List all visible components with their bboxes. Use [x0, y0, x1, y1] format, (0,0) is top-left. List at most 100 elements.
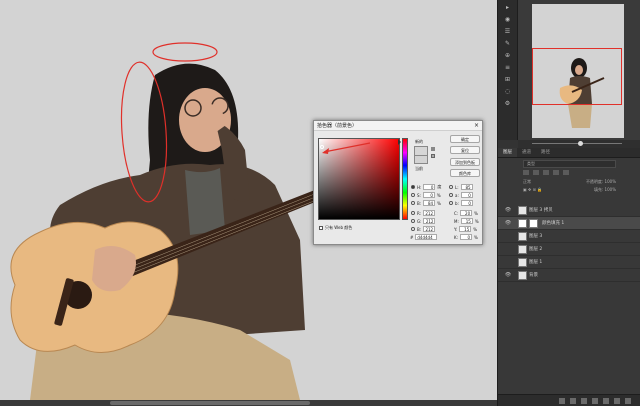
field-r[interactable]: R: 212 — [411, 210, 436, 216]
layer-name: 图层 1 — [529, 260, 543, 265]
layer-row[interactable]: 👁 颜色填充 1 — [498, 217, 640, 230]
tab-paths[interactable]: 路径 — [536, 148, 555, 157]
radio-h[interactable] — [411, 185, 415, 189]
opacity-field[interactable]: 不透明度: 100% — [586, 179, 616, 185]
radio-lab-b[interactable] — [449, 201, 453, 205]
smart-filter-icon[interactable] — [563, 170, 569, 175]
field-k[interactable]: K: 0 % — [454, 234, 478, 240]
web-safe-cube-icon[interactable] — [431, 154, 435, 158]
field-blue[interactable]: B: 212 — [411, 226, 436, 232]
input-b[interactable]: 84 — [423, 200, 436, 206]
adjustment-icon[interactable] — [592, 398, 598, 404]
tab-layers[interactable]: 图层 — [498, 148, 517, 157]
layer-row[interactable]: 👁 背景 — [498, 269, 640, 282]
tab-channels[interactable]: 通道 — [517, 148, 536, 157]
hex-input[interactable]: d4d4d4 — [415, 234, 438, 240]
lock-icons[interactable]: ▣ ✥ ⊞ 🔒 — [523, 187, 542, 193]
panel-tool-icon[interactable]: ☰ — [502, 28, 514, 36]
hue-slider-arrow[interactable] — [398, 139, 401, 145]
hex-field[interactable]: # d4d4d4 — [410, 234, 438, 240]
navigator-view-frame[interactable] — [532, 48, 622, 105]
input-g[interactable]: 212 — [423, 218, 436, 224]
radio-r[interactable] — [411, 211, 415, 215]
field-s[interactable]: S: 0 % — [411, 192, 441, 198]
hue-slider[interactable] — [402, 138, 408, 220]
fill-field[interactable]: 填充: 100% — [594, 187, 616, 193]
input-h[interactable]: 0 — [423, 184, 436, 190]
color-picker-titlebar[interactable]: 拾色器（前景色） × — [314, 121, 482, 131]
eye-icon[interactable]: 👁 — [498, 272, 518, 278]
panel-tool-icon[interactable]: ✎ — [502, 40, 514, 48]
trash-icon[interactable] — [625, 398, 631, 404]
input-blue[interactable]: 212 — [423, 226, 436, 232]
shape-filter-icon[interactable] — [553, 170, 559, 175]
scrollbar-thumb[interactable] — [110, 401, 310, 405]
input-lab-b[interactable]: 0 — [460, 200, 473, 206]
panel-tool-icon[interactable]: ▸ — [502, 4, 514, 12]
fx-icon[interactable] — [570, 398, 576, 404]
field-l[interactable]: L: 85 — [449, 184, 473, 190]
layer-row[interactable]: 👁 图层 3 拷贝 — [498, 204, 640, 217]
layer-mask-thumbnail[interactable] — [529, 218, 538, 228]
field-b[interactable]: B: 84 % — [411, 200, 441, 206]
eye-icon[interactable]: 👁 — [498, 207, 518, 213]
input-l[interactable]: 85 — [460, 184, 473, 190]
mask-icon[interactable] — [581, 398, 587, 404]
radio-b[interactable] — [411, 201, 415, 205]
field-g[interactable]: G: 212 — [411, 218, 436, 224]
field-y[interactable]: Y: 15 % — [454, 226, 477, 232]
web-colors-only-checkbox[interactable]: 只有 Web 颜色 — [319, 225, 352, 231]
radio-g[interactable] — [411, 219, 415, 223]
panel-tool-icon[interactable]: ⊞ — [502, 76, 514, 84]
panel-tool-icon[interactable]: ⚙ — [502, 100, 514, 108]
panel-tool-icon[interactable]: ◉ — [502, 16, 514, 24]
panel-tool-icon[interactable]: ⊕ — [502, 52, 514, 60]
radio-s[interactable] — [411, 193, 415, 197]
type-filter-icon[interactable] — [543, 170, 549, 175]
input-m[interactable]: 15 — [460, 218, 473, 224]
folder-icon[interactable] — [603, 398, 609, 404]
navigator-zoom-slider[interactable] — [518, 140, 640, 148]
current-color-swatch[interactable] — [414, 155, 428, 164]
eye-icon[interactable]: 👁 — [498, 220, 518, 226]
blend-mode-select[interactable]: 正常 — [523, 179, 531, 185]
layer-row[interactable]: 图层 2 — [498, 243, 640, 256]
close-icon[interactable]: × — [474, 121, 479, 131]
checkbox-box[interactable] — [319, 226, 323, 230]
color-libraries-button[interactable]: 颜色库 — [450, 169, 480, 177]
radio-a[interactable] — [449, 193, 453, 197]
field-c[interactable]: C: 20 % — [454, 210, 478, 216]
color-picker-dialog: 拾色器（前景色） × 新的 当前 确定 复位 添加到色板 颜色库 H: 0 度 … — [313, 120, 483, 245]
field-a[interactable]: a: 0 — [449, 192, 473, 198]
link-icon[interactable] — [559, 398, 565, 404]
layer-row[interactable]: 图层 1 — [498, 256, 640, 269]
navigator-thumbnail[interactable] — [532, 4, 624, 138]
input-k[interactable]: 0 — [459, 234, 472, 240]
input-a[interactable]: 0 — [460, 192, 473, 198]
field-lab-b[interactable]: b: 0 — [449, 200, 473, 206]
zoom-knob[interactable] — [578, 141, 583, 146]
add-to-swatches-button[interactable]: 添加到色板 — [450, 158, 480, 166]
input-r[interactable]: 212 — [423, 210, 436, 216]
layer-thumbnail — [518, 205, 527, 215]
adjustment-filter-icon[interactable] — [533, 170, 539, 175]
panel-icon-strip: ▸ ◉ ☰ ✎ ⊕ ≡ ⊞ ◌ ⚙ — [498, 0, 518, 140]
ok-button[interactable]: 确定 — [450, 135, 480, 143]
input-y[interactable]: 15 — [459, 226, 472, 232]
reset-button[interactable]: 复位 — [450, 146, 480, 154]
radio-l[interactable] — [449, 185, 453, 189]
input-c[interactable]: 20 — [460, 210, 473, 216]
field-m[interactable]: M: 15 % — [454, 218, 479, 224]
layer-filter-select[interactable]: 类型 — [523, 160, 616, 168]
panel-tool-icon[interactable]: ◌ — [502, 88, 514, 96]
canvas-horizontal-scrollbar[interactable] — [0, 400, 497, 406]
layer-row[interactable]: 图层 3 — [498, 230, 640, 243]
layer-name: 背景 — [529, 273, 538, 278]
radio-blue[interactable] — [411, 227, 415, 231]
gamut-warning-icon[interactable] — [431, 147, 435, 151]
pixel-filter-icon[interactable] — [523, 170, 529, 175]
new-layer-icon[interactable] — [614, 398, 620, 404]
input-s[interactable]: 0 — [422, 192, 435, 198]
field-h[interactable]: H: 0 度 — [411, 184, 441, 190]
panel-tool-icon[interactable]: ≡ — [502, 64, 514, 72]
